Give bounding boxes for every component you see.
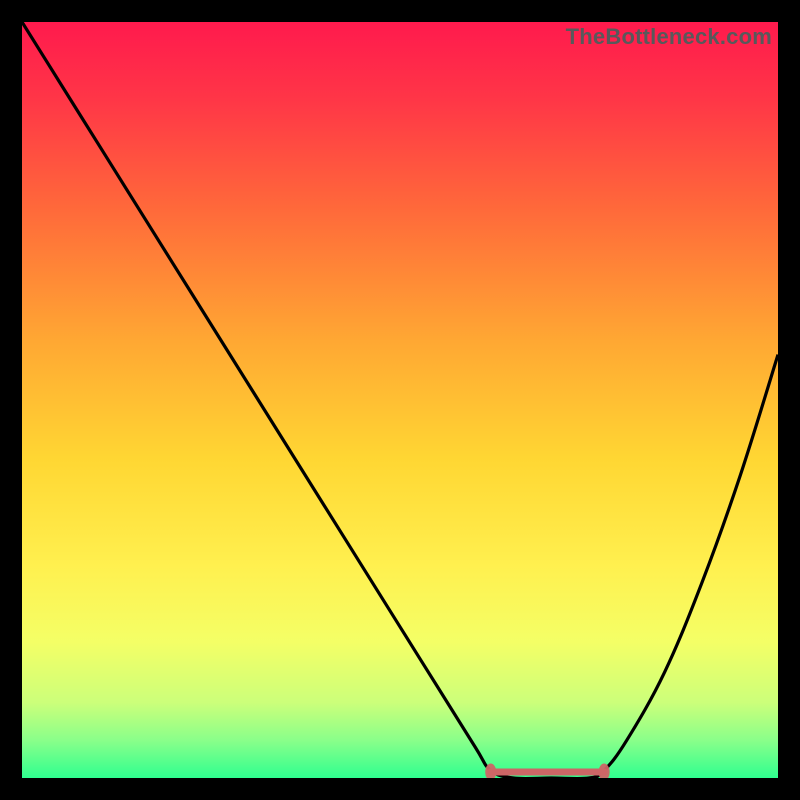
bottleneck-chart [22, 22, 778, 778]
watermark-text: TheBottleneck.com [566, 24, 772, 50]
chart-frame: TheBottleneck.com [22, 22, 778, 778]
gradient-background [22, 22, 778, 778]
